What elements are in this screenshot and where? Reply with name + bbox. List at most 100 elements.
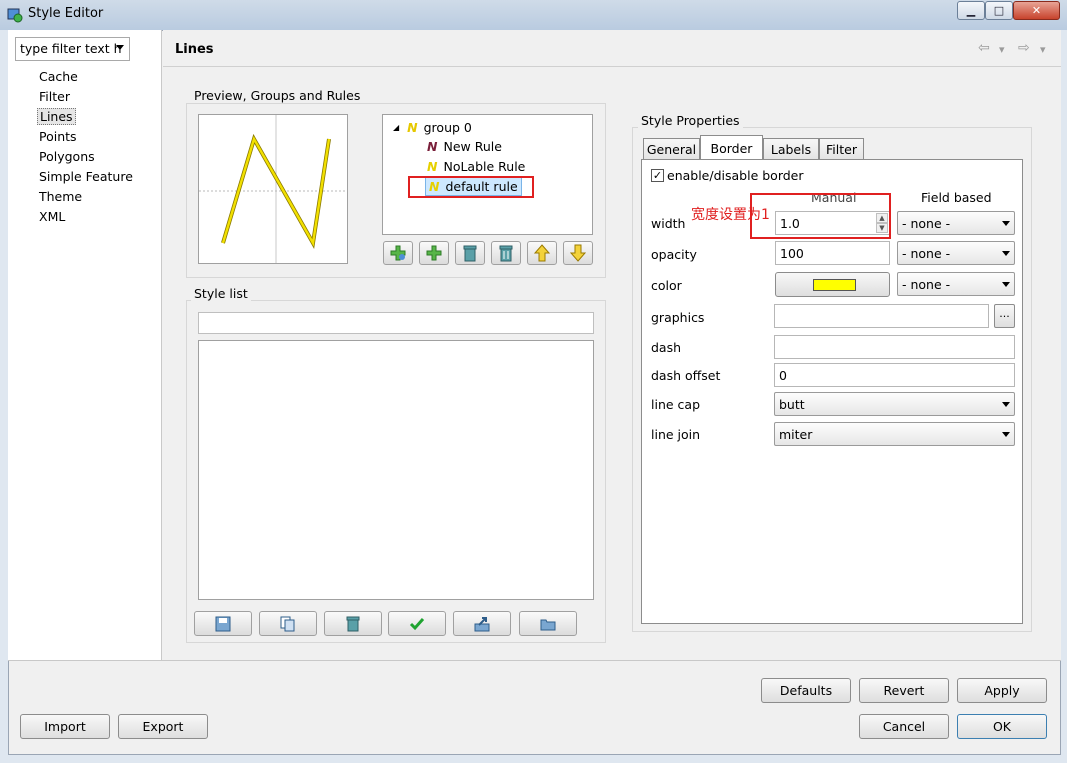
style-list-search-input[interactable] bbox=[198, 312, 594, 334]
apply-style-button[interactable] bbox=[388, 611, 446, 636]
export-icon bbox=[474, 616, 490, 631]
graphics-label: graphics bbox=[651, 310, 705, 325]
line-cap-combo[interactable]: butt bbox=[774, 392, 1015, 416]
arrow-down-icon bbox=[570, 244, 586, 262]
forward-arrow-icon[interactable]: ⇨ bbox=[1018, 40, 1030, 56]
sidebar-item-lines[interactable]: Lines bbox=[37, 108, 76, 125]
combo-value: - none - bbox=[902, 277, 951, 292]
chevron-down-icon bbox=[1002, 282, 1010, 287]
apply-button[interactable]: Apply bbox=[957, 678, 1047, 703]
import-button[interactable]: Import bbox=[20, 714, 110, 739]
chevron-down-icon[interactable] bbox=[116, 45, 124, 50]
open-style-button[interactable] bbox=[519, 611, 577, 636]
graphics-input[interactable] bbox=[774, 304, 989, 328]
tree-node-nolable-rule[interactable]: N NoLable Rule bbox=[427, 156, 525, 176]
enable-border-checkbox[interactable]: ✓ bbox=[651, 169, 664, 182]
color-swatch bbox=[813, 279, 856, 291]
width-label: width bbox=[651, 216, 686, 231]
copy-style-button[interactable] bbox=[259, 611, 317, 636]
save-style-button[interactable] bbox=[194, 611, 252, 636]
highlight-box-default-rule bbox=[408, 176, 534, 198]
tree-node-new-rule[interactable]: N New Rule bbox=[427, 136, 502, 156]
filter-combo[interactable]: type filter text h bbox=[15, 37, 130, 61]
line-join-combo[interactable]: miter bbox=[774, 422, 1015, 446]
sidebar-item-xml[interactable]: XML bbox=[39, 209, 65, 224]
dash-label: dash bbox=[651, 340, 682, 355]
minimize-button[interactable]: ▁ bbox=[957, 1, 985, 20]
tab-filter[interactable]: Filter bbox=[819, 138, 864, 160]
add-group-button[interactable] bbox=[383, 241, 413, 265]
style-list-box[interactable] bbox=[198, 340, 594, 600]
line-cap-label: line cap bbox=[651, 397, 700, 412]
sidebar-item-cache[interactable]: Cache bbox=[39, 69, 78, 84]
export-button[interactable]: Export bbox=[118, 714, 208, 739]
collapse-triangle-icon[interactable]: ◢ bbox=[393, 123, 399, 132]
graphics-browse-button[interactable]: ... bbox=[994, 304, 1015, 328]
opacity-field-combo[interactable]: - none - bbox=[897, 241, 1015, 265]
sidebar-item-simple-feature[interactable]: Simple Feature bbox=[39, 169, 133, 184]
delete-style-button[interactable] bbox=[324, 611, 382, 636]
save-icon bbox=[215, 616, 231, 631]
group-rule-icon: N bbox=[407, 119, 418, 135]
plus-icon bbox=[426, 245, 442, 261]
color-field-combo[interactable]: - none - bbox=[897, 272, 1015, 296]
chevron-down-icon bbox=[1002, 402, 1010, 407]
style-list-label: Style list bbox=[191, 286, 251, 301]
opacity-label: opacity bbox=[651, 247, 697, 262]
dash-offset-input[interactable]: 0 bbox=[774, 363, 1015, 387]
chevron-down-icon bbox=[1002, 221, 1010, 226]
rule-icon-dark: N bbox=[427, 138, 438, 154]
ok-button[interactable]: OK bbox=[957, 714, 1047, 739]
checkmark-icon bbox=[409, 617, 425, 630]
style-properties-label: Style Properties bbox=[638, 113, 743, 128]
line-preview bbox=[198, 114, 348, 264]
opacity-spinner[interactable]: 100 bbox=[775, 241, 890, 265]
remove-button[interactable] bbox=[455, 241, 485, 265]
back-arrow-icon[interactable]: ⇦ bbox=[978, 40, 990, 56]
sidebar-item-theme[interactable]: Theme bbox=[39, 189, 82, 204]
sidebar-item-filter[interactable]: Filter bbox=[39, 89, 70, 104]
rule-icon-yellow: N bbox=[427, 158, 438, 174]
close-button[interactable]: ✕ bbox=[1013, 1, 1060, 20]
maximize-button[interactable]: □ bbox=[985, 1, 1013, 20]
tree-label: NoLable Rule bbox=[443, 158, 526, 174]
combo-value: - none - bbox=[902, 216, 951, 231]
arrow-up-icon bbox=[534, 244, 550, 262]
copy-icon bbox=[280, 616, 295, 631]
category-sidebar bbox=[8, 30, 162, 660]
chevron-down-icon bbox=[1002, 251, 1010, 256]
move-down-button[interactable] bbox=[563, 241, 593, 265]
tree-label: group 0 bbox=[423, 119, 472, 135]
trash-icon bbox=[346, 616, 360, 631]
color-picker-button[interactable] bbox=[775, 272, 890, 297]
preview-canvas bbox=[199, 115, 347, 263]
revert-button[interactable]: Revert bbox=[859, 678, 949, 703]
window-title: Style Editor bbox=[28, 6, 104, 21]
field-based-column-header: Field based bbox=[921, 190, 992, 205]
sidebar-item-polygons[interactable]: Polygons bbox=[39, 149, 95, 164]
add-group-icon bbox=[390, 245, 406, 261]
chevron-down-icon bbox=[1002, 432, 1010, 437]
dash-input[interactable] bbox=[774, 335, 1015, 359]
combo-value: miter bbox=[779, 427, 813, 442]
bottom-divider bbox=[8, 660, 1061, 661]
export-style-button[interactable] bbox=[453, 611, 511, 636]
cancel-button[interactable]: Cancel bbox=[859, 714, 949, 739]
folder-icon bbox=[540, 619, 556, 630]
tab-labels[interactable]: Labels bbox=[763, 138, 819, 160]
color-label: color bbox=[651, 278, 682, 293]
sidebar-item-points[interactable]: Points bbox=[39, 129, 77, 144]
tab-general[interactable]: General bbox=[643, 138, 700, 160]
combo-value: - none - bbox=[902, 246, 951, 261]
rule-tree[interactable]: ◢ N group 0 N New Rule N NoLable Rule N … bbox=[382, 114, 593, 235]
move-up-button[interactable] bbox=[527, 241, 557, 265]
remove-all-button[interactable] bbox=[491, 241, 521, 265]
forward-menu-icon[interactable]: ▾ bbox=[1040, 43, 1046, 56]
tab-border[interactable]: Border bbox=[700, 135, 763, 160]
add-rule-button[interactable] bbox=[419, 241, 449, 265]
annotation-highlight-box bbox=[750, 193, 891, 239]
defaults-button[interactable]: Defaults bbox=[761, 678, 851, 703]
width-field-combo[interactable]: - none - bbox=[897, 211, 1015, 235]
back-menu-icon[interactable]: ▾ bbox=[999, 43, 1005, 56]
tree-node-group[interactable]: ◢ N group 0 bbox=[393, 117, 472, 137]
